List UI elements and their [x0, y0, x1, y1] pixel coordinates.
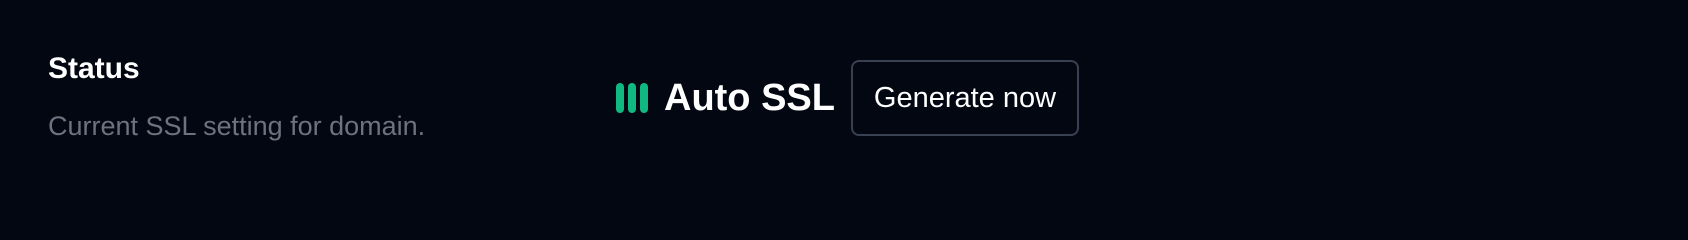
ssl-status-heading: Status Current SSL setting for domain.: [48, 50, 425, 144]
section-title: Status: [48, 52, 140, 85]
status-bars-icon: [616, 83, 648, 113]
status-bar: [640, 83, 648, 113]
status-bar: [616, 83, 624, 113]
status-bar: [628, 83, 636, 113]
generate-now-button[interactable]: Generate now: [850, 60, 1079, 136]
ssl-status-row: Auto SSL Generate now: [616, 60, 1079, 136]
ssl-status-label: Auto SSL: [664, 77, 835, 119]
section-description: Current SSL setting for domain.: [48, 111, 426, 141]
